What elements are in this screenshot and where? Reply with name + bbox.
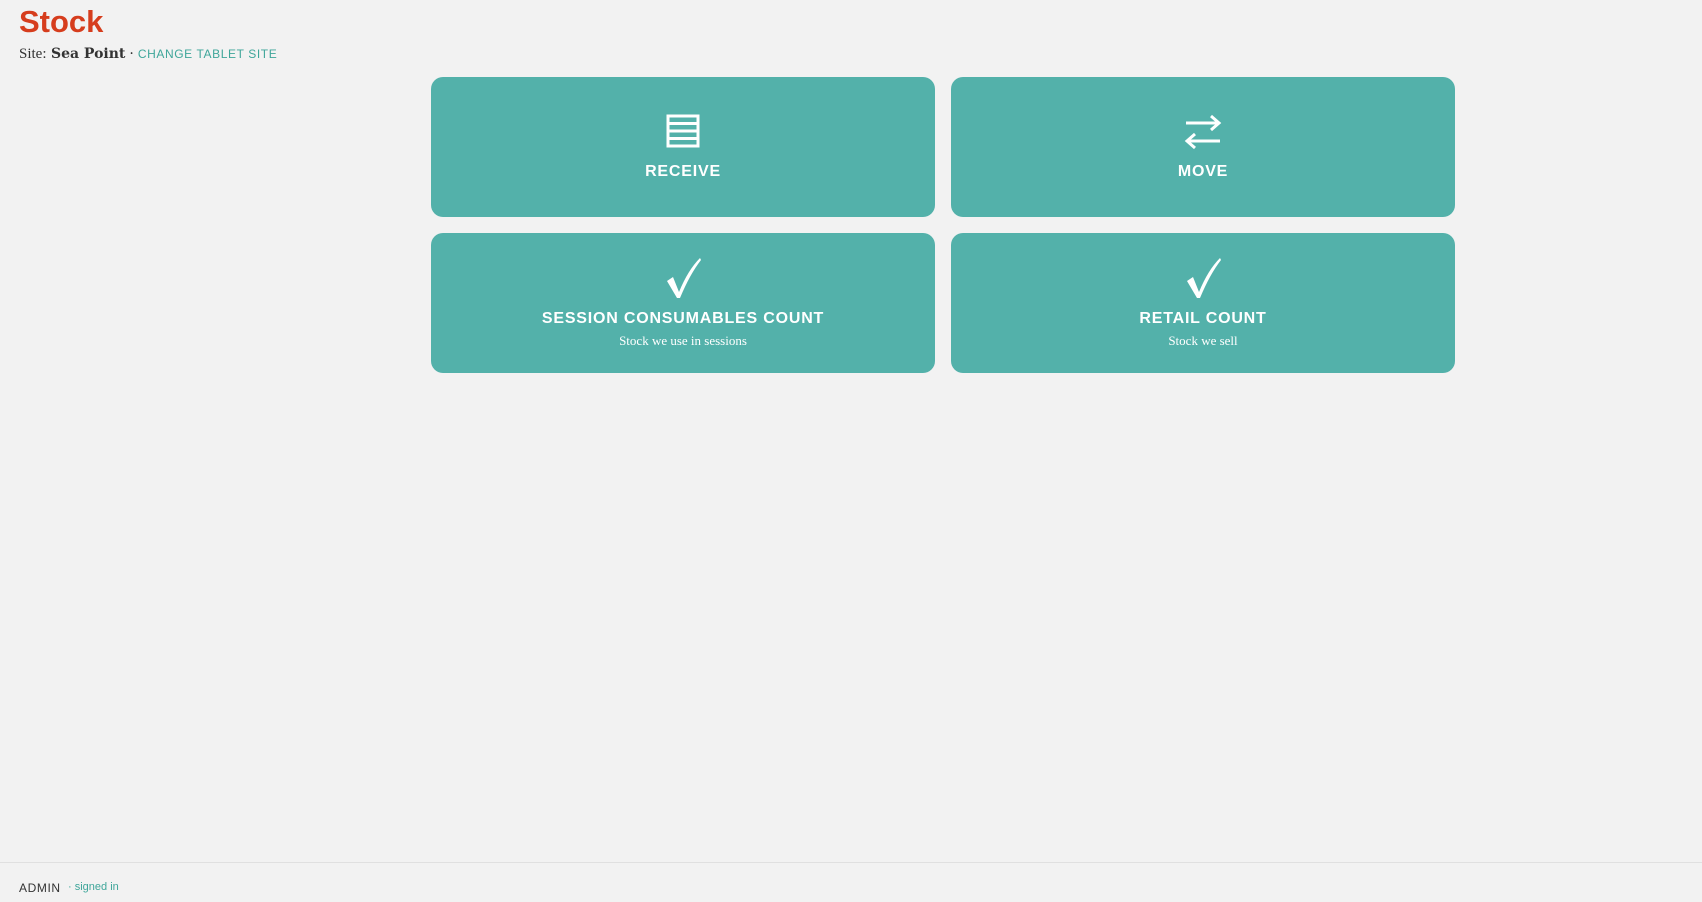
page-title: Stock <box>19 4 104 39</box>
site-name: Sea Point <box>50 46 126 62</box>
receive-tile-button[interactable]: RECEIVE <box>431 77 935 217</box>
retail-count-subtitle: Stock we sell <box>1168 333 1238 348</box>
checkmark-icon <box>431 256 935 300</box>
signed-in-status-link[interactable]: · signed in <box>68 881 119 893</box>
site-label: Site: <box>19 46 47 62</box>
change-tablet-site-link[interactable]: CHANGE TABLET SITE <box>138 47 278 61</box>
site-line: Site: Sea Point · CHANGE TABLET SITE <box>19 45 277 63</box>
session-consumables-count-label: SESSION CONSUMABLES COUNT <box>541 310 825 327</box>
move-label: MOVE <box>1177 163 1229 180</box>
retail-count-tile-button[interactable]: RETAIL COUNT Stock we sell <box>951 233 1455 373</box>
checkmark-icon <box>951 256 1455 300</box>
move-tile-button[interactable]: MOVE <box>951 77 1455 217</box>
list-icon <box>431 114 935 148</box>
site-separator: · <box>129 46 134 62</box>
retail-count-label: RETAIL COUNT <box>1139 310 1267 327</box>
signed-in-user-name: ADMIN <box>19 881 61 895</box>
session-consumables-count-tile-button[interactable]: SESSION CONSUMABLES COUNT Stock we use i… <box>431 233 935 373</box>
transfer-arrows-icon <box>951 114 1455 150</box>
receive-label: RECEIVE <box>645 163 721 180</box>
session-consumables-count-subtitle: Stock we use in sessions <box>619 333 747 348</box>
footer: ADMIN · signed in <box>0 862 1702 902</box>
